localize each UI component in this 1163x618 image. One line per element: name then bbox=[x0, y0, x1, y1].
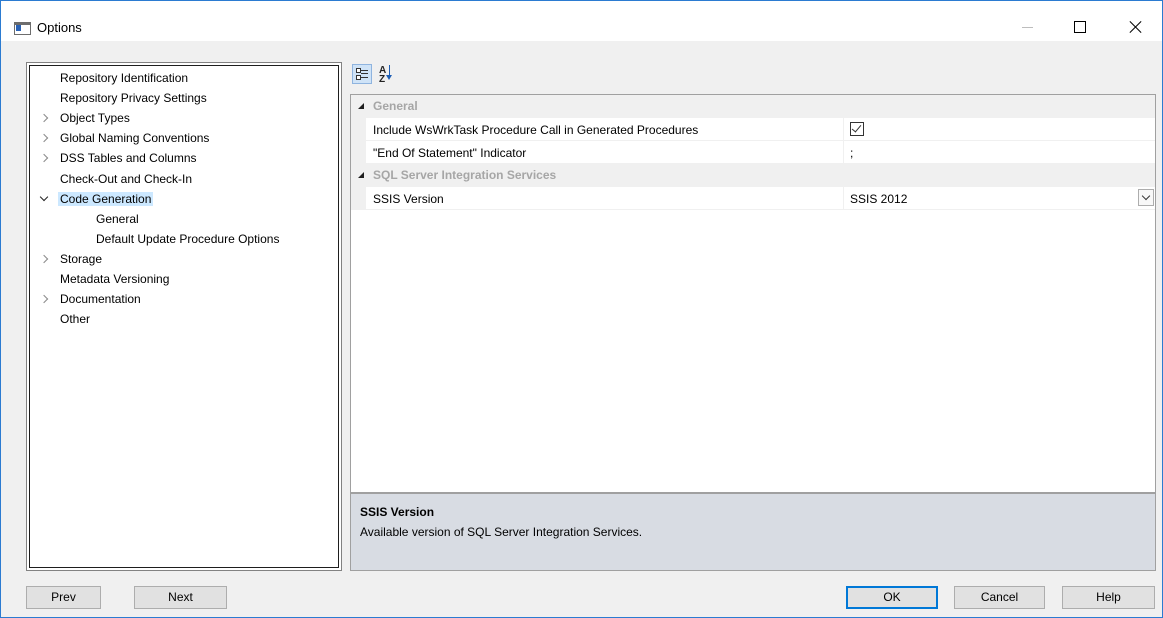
description-title: SSIS Version bbox=[360, 505, 435, 519]
column-divider[interactable] bbox=[843, 141, 844, 164]
maximize-icon bbox=[1074, 21, 1086, 33]
include-wswrktask-checkbox[interactable] bbox=[850, 122, 864, 136]
row-gutter bbox=[351, 187, 366, 210]
tree-item-object-types[interactable]: Object Types bbox=[39, 109, 132, 127]
row-gutter bbox=[351, 118, 366, 141]
end-of-statement-value[interactable]: ; bbox=[850, 146, 853, 160]
property-row-include-wswrktask[interactable]: Include WsWrkTask Procedure Call in Gene… bbox=[351, 118, 1155, 141]
tree-item-label: Documentation bbox=[60, 292, 141, 307]
row-gutter bbox=[351, 141, 366, 164]
maximize-button[interactable] bbox=[1057, 6, 1103, 42]
category-label: General bbox=[373, 99, 418, 113]
category-ssis[interactable]: SQL Server Integration Services bbox=[351, 164, 1155, 187]
category-label: SQL Server Integration Services bbox=[373, 168, 557, 182]
sort-down-arrow-icon bbox=[386, 65, 392, 80]
chevron-right-icon[interactable] bbox=[39, 250, 49, 268]
chevron-right-icon[interactable] bbox=[39, 149, 49, 167]
chevron-right-icon[interactable] bbox=[39, 109, 49, 127]
tree-item-documentation[interactable]: Documentation bbox=[39, 290, 143, 308]
tree-item-default-update-procedure-options[interactable]: Default Update Procedure Options bbox=[94, 230, 281, 248]
tree-item-metadata-versioning[interactable]: Metadata Versioning bbox=[58, 270, 171, 288]
column-divider[interactable] bbox=[843, 118, 844, 141]
property-row-end-of-statement[interactable]: "End Of Statement" Indicator ; bbox=[351, 141, 1155, 164]
tree-item-other[interactable]: Other bbox=[58, 310, 92, 328]
tree-item-repository-identification[interactable]: Repository Identification bbox=[58, 69, 190, 87]
help-button[interactable]: Help bbox=[1062, 586, 1155, 609]
tree-item-label: Metadata Versioning bbox=[60, 272, 170, 286]
minimize-icon bbox=[1021, 26, 1033, 28]
ssis-version-select-value[interactable]: SSIS 2012 bbox=[850, 192, 907, 206]
chevron-right-icon[interactable] bbox=[39, 290, 49, 308]
tree-item-label: Check-Out and Check-In bbox=[60, 171, 193, 186]
tree-item-label: Storage bbox=[60, 251, 103, 266]
tree-item-label: Repository Identification bbox=[60, 71, 189, 85]
collapse-triangle-icon[interactable] bbox=[358, 103, 364, 109]
cancel-button[interactable]: Cancel bbox=[954, 586, 1045, 609]
tree-item-label: Object Types bbox=[60, 111, 130, 126]
title-bar[interactable]: Options bbox=[1, 1, 1162, 41]
property-name: "End Of Statement" Indicator bbox=[373, 146, 527, 160]
property-row-ssis-version[interactable]: SSIS Version SSIS 2012 bbox=[351, 187, 1155, 210]
property-grid[interactable]: General Include WsWrkTask Procedure Call… bbox=[350, 94, 1156, 493]
categorized-view-button[interactable] bbox=[352, 64, 372, 84]
column-divider[interactable] bbox=[843, 187, 844, 210]
next-button[interactable]: Next bbox=[134, 586, 227, 609]
ok-button[interactable]: OK bbox=[846, 586, 938, 609]
tree-item-label: Code Generation bbox=[58, 191, 154, 206]
tree-item-repository-privacy-settings[interactable]: Repository Privacy Settings bbox=[58, 89, 209, 107]
minimize-button[interactable] bbox=[1004, 6, 1050, 42]
tree-item-label: Default Update Procedure Options bbox=[96, 231, 280, 246]
prev-button[interactable]: Prev bbox=[26, 586, 101, 609]
tree-item-label: Other bbox=[60, 312, 91, 327]
category-general[interactable]: General bbox=[351, 95, 1155, 118]
tree-item-general[interactable]: General bbox=[94, 210, 141, 228]
tree-item-label: Global Naming Conventions bbox=[60, 131, 210, 146]
tree-item-check-out-and-check-in[interactable]: Check-Out and Check-In bbox=[58, 170, 194, 188]
close-button[interactable] bbox=[1113, 6, 1159, 42]
property-name: SSIS Version bbox=[373, 192, 444, 206]
tree-item-label: DSS Tables and Columns bbox=[60, 151, 197, 166]
description-pane: SSIS Version Available version of SQL Se… bbox=[350, 493, 1156, 571]
tree-item-global-naming-conventions[interactable]: Global Naming Conventions bbox=[39, 129, 211, 147]
tree-item-dss-tables-and-columns[interactable]: DSS Tables and Columns bbox=[39, 149, 199, 167]
chevron-right-icon[interactable] bbox=[39, 129, 49, 147]
chevron-down-icon[interactable] bbox=[39, 190, 49, 208]
options-tree-panel: Repository Identification Repository Priv… bbox=[26, 62, 342, 571]
chevron-down-icon[interactable] bbox=[1138, 189, 1154, 206]
tree-item-storage[interactable]: Storage bbox=[39, 250, 104, 268]
categorized-view-icon bbox=[356, 68, 368, 80]
options-tree[interactable]: Repository Identification Repository Priv… bbox=[29, 65, 339, 568]
window-title: Options bbox=[37, 20, 82, 35]
alphabetical-sort-button[interactable]: AZ bbox=[376, 64, 396, 85]
description-text: Available version of SQL Server Integrat… bbox=[360, 525, 643, 539]
collapse-triangle-icon[interactable] bbox=[358, 172, 364, 178]
close-icon bbox=[1129, 20, 1143, 34]
tree-item-label: Repository Privacy Settings bbox=[60, 91, 207, 106]
options-dialog: Options Repository Identification Reposit… bbox=[0, 0, 1163, 618]
app-window-icon bbox=[14, 22, 31, 35]
property-name: Include WsWrkTask Procedure Call in Gene… bbox=[373, 123, 699, 137]
tree-item-code-generation[interactable]: Code Generation bbox=[39, 190, 154, 208]
tree-item-label: General bbox=[96, 211, 139, 226]
